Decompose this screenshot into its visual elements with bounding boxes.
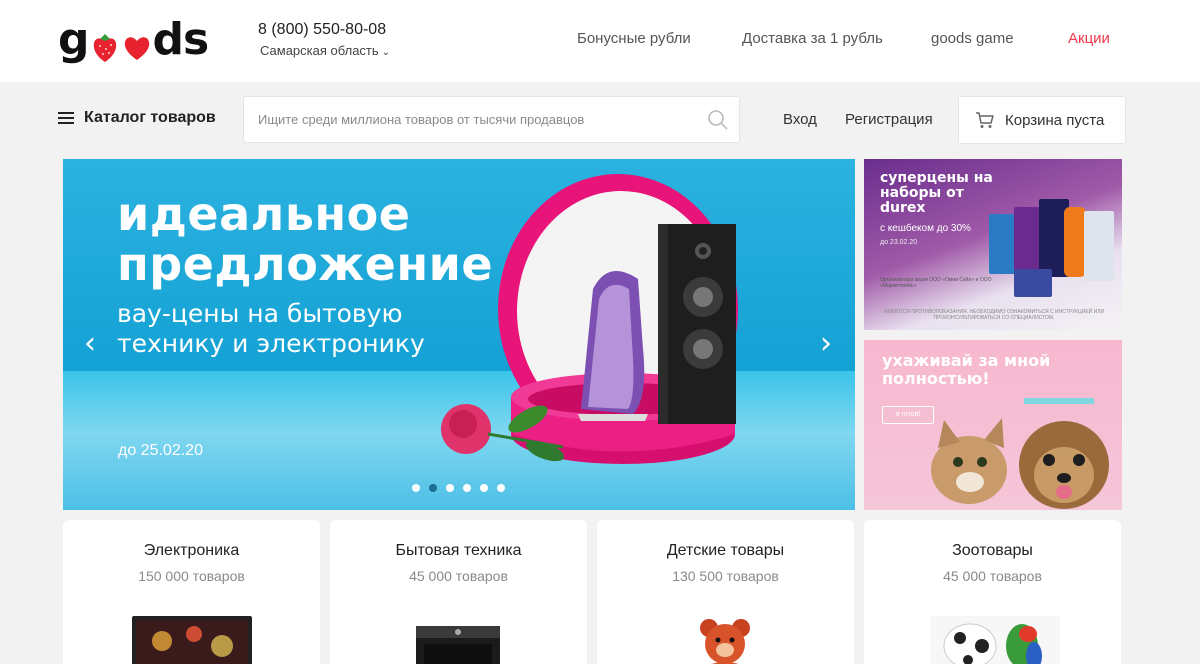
- durex-products-image: [989, 199, 1114, 297]
- oven-image: [416, 626, 500, 664]
- category-title: Бытовая техника: [395, 542, 522, 559]
- heart-icon: [122, 24, 152, 60]
- hero-products-image: [441, 174, 738, 464]
- durex-banner-legal: Организаторы акции ООО «Омни Сейл» и ООО…: [880, 277, 992, 289]
- durex-banner-warning: ИМЕЮТСЯ ПРОТИВОПОКАЗАНИЯ. НЕОБХОДИМО ОЗН…: [883, 309, 1105, 321]
- goods-logo[interactable]: g ds: [58, 14, 209, 65]
- carousel-dot[interactable]: [497, 484, 505, 492]
- pets-banner-title: ухаживай за мной полностью!: [882, 351, 1051, 388]
- hero-subtitle: вау-цены на бытовую: [117, 299, 403, 328]
- carousel-dots: [412, 484, 505, 492]
- catalog-button[interactable]: Каталог товаров: [58, 109, 216, 127]
- carousel-dot[interactable]: [463, 484, 471, 492]
- durex-banner-date: до 23.02.20: [880, 239, 918, 246]
- cart-button[interactable]: Корзина пуста: [958, 96, 1126, 144]
- pets-category-image: [930, 616, 1060, 664]
- menu-icon: [58, 112, 74, 124]
- cart-icon: [975, 111, 995, 129]
- category-count: 150 000 товаров: [138, 568, 245, 584]
- category-card-electronics[interactable]: Электроника 150 000 товаров: [63, 520, 320, 664]
- durex-banner-title: суперцены на наборы от durex: [880, 170, 993, 216]
- login-link[interactable]: Вход: [783, 111, 817, 128]
- category-card-appliances[interactable]: Бытовая техника 45 000 товаров: [330, 520, 587, 664]
- carousel-next-arrow[interactable]: ›: [815, 329, 837, 359]
- carousel-dot[interactable]: [480, 484, 488, 492]
- chevron-down-icon: ⌄: [381, 47, 391, 58]
- search-icon[interactable]: [707, 109, 729, 131]
- pets-banner-button[interactable]: я готов!: [882, 406, 934, 424]
- strawberry-icon: [90, 24, 120, 62]
- carousel-dot-active[interactable]: [429, 484, 437, 492]
- promotions-link[interactable]: Акции: [1068, 30, 1110, 47]
- phone-number[interactable]: 8 (800) 550-80-08: [258, 21, 386, 39]
- category-card-pets[interactable]: Зоотовары 45 000 товаров: [864, 520, 1121, 664]
- category-count: 45 000 товаров: [409, 568, 508, 584]
- bonus-rubles-link[interactable]: Бонусные рубли: [577, 30, 691, 47]
- durex-promo-banner[interactable]: суперцены на наборы от durex с кешбеком …: [864, 159, 1122, 330]
- hero-carousel[interactable]: идеальное предложение вау-цены на бытову…: [63, 159, 855, 510]
- category-title: Электроника: [143, 542, 240, 559]
- hero-title: идеальное: [117, 187, 411, 241]
- pets-promo-banner[interactable]: ухаживай за мной полностью! я готов!: [864, 340, 1122, 510]
- pets-image: [931, 398, 1109, 509]
- carousel-dot[interactable]: [446, 484, 454, 492]
- region-label: Самарская область: [260, 43, 379, 58]
- category-count: 130 500 товаров: [672, 568, 779, 584]
- delivery-link[interactable]: Доставка за 1 рубль: [742, 30, 883, 47]
- register-link[interactable]: Регистрация: [845, 111, 933, 128]
- search-box: [243, 96, 740, 143]
- electronics-image: [132, 616, 252, 664]
- carousel-prev-arrow[interactable]: ‹: [79, 329, 101, 359]
- durex-banner-subtitle: с кешбеком до 30%: [880, 223, 971, 234]
- goods-game-link[interactable]: goods game: [931, 30, 1014, 47]
- teddy-bear-image: [700, 619, 750, 664]
- category-card-kids[interactable]: Детские товары 130 500 товаров: [597, 520, 854, 664]
- nav-bar: Каталог товаров Вход Регистрация Корзина…: [0, 82, 1200, 158]
- hero-subtitle-line2: технику и электронику: [117, 329, 425, 358]
- top-bar: g ds 8 (800) 550-80-08 Самарская область…: [0, 0, 1200, 82]
- catalog-label: Каталог товаров: [84, 109, 216, 126]
- cart-label: Корзина пуста: [1005, 111, 1105, 129]
- region-selector[interactable]: Самарская область ⌄: [260, 43, 390, 58]
- search-input[interactable]: [244, 97, 684, 142]
- category-count: 45 000 товаров: [943, 568, 1042, 584]
- category-title: Зоотовары: [952, 542, 1033, 559]
- carousel-dot[interactable]: [412, 484, 420, 492]
- category-title: Детские товары: [666, 542, 785, 559]
- hero-date: до 25.02.20: [118, 442, 203, 459]
